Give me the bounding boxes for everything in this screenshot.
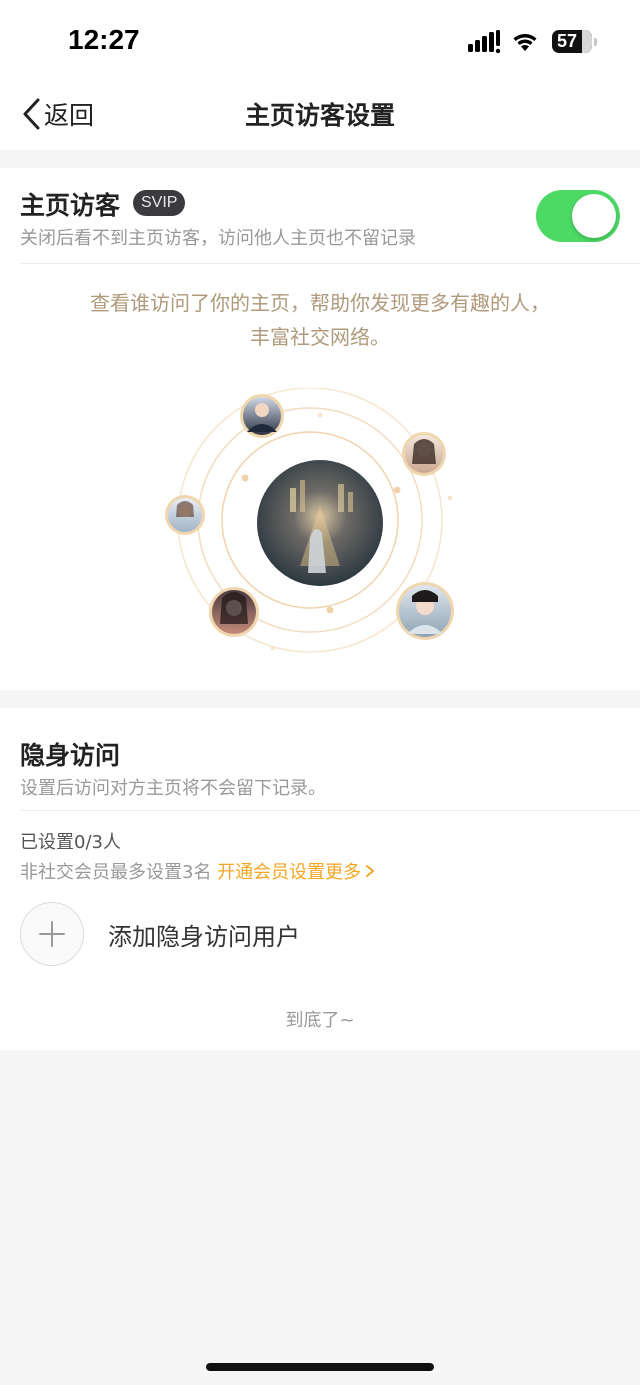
chevron-right-icon	[366, 865, 375, 877]
center-cover-image	[257, 460, 383, 586]
add-user-label: 添加隐身访问用户	[108, 922, 300, 951]
promo-line-2: 丰富社交网络。	[250, 325, 390, 349]
visitor-orbit-illustration	[165, 388, 454, 653]
upgrade-link[interactable]: 开通会员设置更多	[217, 862, 377, 883]
end-of-list-text: 到底了~	[285, 1010, 355, 1031]
status-bar: 12:27 57	[0, 0, 640, 80]
status-time: 12:27	[68, 24, 140, 55]
visitor-description: 关闭后看不到主页访客，访问他人主页也不留记录	[20, 228, 416, 249]
limit-row: 非社交会员最多设置3名 开通会员设置更多	[20, 858, 377, 884]
plus-icon	[39, 921, 65, 947]
limit-text: 非社交会员最多设置3名	[20, 862, 212, 883]
incognito-section: 隐身访问 设置后访问对方主页将不会留下记录。 已设置0/3人 非社交会员最多设置…	[0, 708, 640, 1050]
avatar-2	[402, 432, 446, 476]
home-indicator[interactable]	[206, 1363, 434, 1371]
battery-icon: 57	[552, 30, 592, 53]
avatar-4	[209, 587, 259, 637]
avatar-5	[396, 582, 454, 640]
visitor-title: 主页访客	[20, 191, 121, 220]
svip-badge: SVIP	[133, 190, 186, 216]
nav-bar: 返回 主页访客设置	[0, 80, 640, 150]
signal-icon	[468, 30, 501, 54]
divider	[20, 263, 640, 264]
visitor-toggle[interactable]	[536, 190, 620, 242]
battery-tip	[594, 38, 597, 46]
avatar-3	[165, 495, 205, 535]
avatar-1	[240, 394, 284, 438]
promo-line-1: 查看谁访问了你的主页，帮助你发现更多有趣的人，	[90, 291, 550, 315]
incognito-title: 隐身访问	[20, 741, 121, 770]
add-circle	[20, 902, 84, 966]
wifi-icon	[513, 34, 537, 51]
promo-text: 查看谁访问了你的主页，帮助你发现更多有趣的人， 丰富社交网络。	[0, 286, 640, 354]
battery-level: 57	[557, 31, 578, 51]
divider	[20, 810, 640, 811]
add-incognito-user-button[interactable]: 添加隐身访问用户	[20, 902, 300, 966]
incognito-description: 设置后访问对方主页将不会留下记录。	[20, 778, 326, 799]
toggle-knob	[572, 194, 616, 238]
page-title: 主页访客设置	[244, 101, 395, 130]
upgrade-link-label: 开通会员设置更多	[217, 862, 362, 883]
incognito-set-count: 已设置0/3人	[20, 832, 121, 853]
visitor-section: 主页访客 SVIP 关闭后看不到主页访客，访问他人主页也不留记录 查看谁访问了你…	[0, 168, 640, 690]
